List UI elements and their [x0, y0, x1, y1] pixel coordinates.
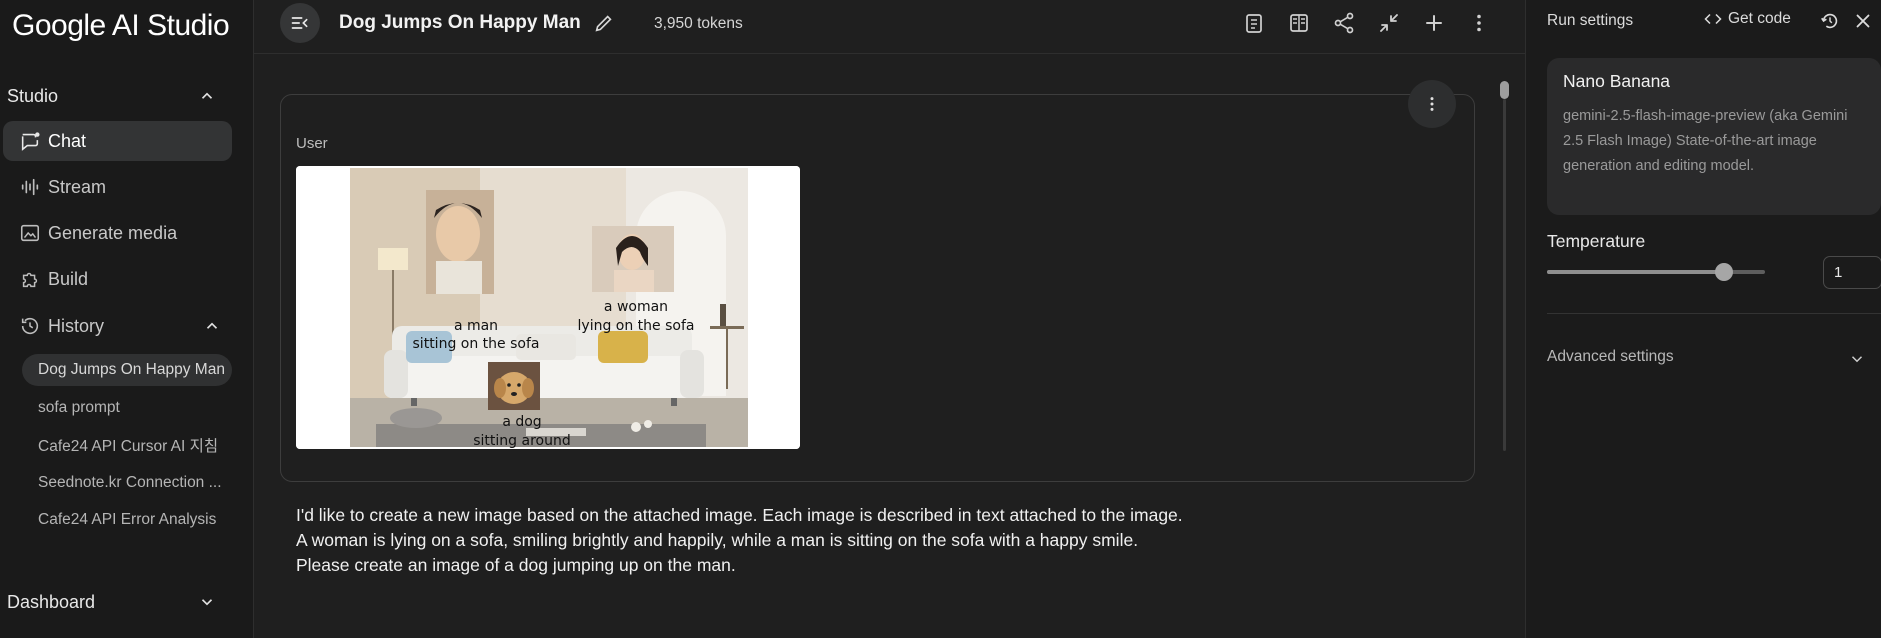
collapse-icon[interactable]: [1377, 11, 1401, 35]
studio-label: Studio: [7, 85, 59, 106]
reset-settings-icon[interactable]: [1819, 10, 1841, 32]
message-line: I'd like to create a new image based on …: [296, 505, 1183, 525]
dog-label-line1: a dog: [502, 414, 541, 430]
sidebar-item-label: Stream: [48, 176, 107, 197]
compare-icon[interactable]: [1287, 11, 1311, 35]
sidebar-item-build[interactable]: Build: [3, 259, 232, 299]
dog-label-line2: sitting around: [473, 433, 571, 449]
chevron-down-icon: [1851, 356, 1863, 363]
code-icon: [1704, 13, 1722, 25]
image-icon: [20, 224, 40, 242]
puzzle-icon: [22, 272, 38, 288]
model-description: gemini-2.5-flash-image-preview (aka Gemi…: [1563, 108, 1848, 174]
history-item[interactable]: Cafe24 API Cursor AI 지침: [22, 429, 232, 461]
role-label: User: [296, 135, 328, 152]
edit-pencil-icon[interactable]: [593, 12, 615, 34]
studio-section-header[interactable]: Studio: [0, 78, 254, 114]
sidebar: Google AI Studio Studio Chat Stream Gene…: [0, 0, 254, 638]
divider: [1547, 313, 1881, 314]
man-label-line2: sitting on the sofa: [413, 336, 540, 352]
toggle-sidebar-button[interactable]: [280, 3, 320, 43]
model-selector-card[interactable]: Nano Banana gemini-2.5-flash-image-previ…: [1547, 58, 1881, 215]
more-vert-icon: [1430, 97, 1434, 111]
man-label-line1: a man: [454, 318, 498, 334]
temperature-slider-thumb[interactable]: [1715, 263, 1733, 281]
close-icon[interactable]: [1852, 10, 1874, 32]
user-message-text: I'd like to create a new image based on …: [296, 503, 1296, 578]
chat-icon: [21, 132, 40, 151]
temperature-label: Temperature: [1547, 231, 1646, 251]
dashboard-section-header[interactable]: Dashboard: [0, 584, 254, 620]
sidebar-item-generate-media[interactable]: Generate media: [3, 213, 232, 253]
top-bar: Dog Jumps On Happy Man 3,950 tokens: [254, 0, 1525, 54]
sidebar-item-stream[interactable]: Stream: [3, 167, 232, 207]
clipboard-icon[interactable]: [1242, 11, 1266, 35]
prompt-title: Dog Jumps On Happy Man: [339, 12, 581, 33]
message-line: Please create an image of a dog jumping …: [296, 555, 736, 575]
sofa-composite-image: a man sitting on the sofa a woman lying …: [296, 166, 800, 449]
temperature-slider-fill: [1547, 270, 1724, 274]
chevron-down-icon: [201, 599, 213, 606]
run-settings-title: Run settings: [1547, 12, 1634, 29]
advanced-settings-toggle[interactable]: Advanced settings: [1547, 348, 1881, 370]
add-icon[interactable]: [1422, 11, 1446, 35]
sidebar-item-chat[interactable]: Chat: [3, 121, 232, 161]
history-item[interactable]: Cafe24 API Error Analysis: [22, 504, 232, 536]
dashboard-label: Dashboard: [7, 591, 96, 612]
history-item[interactable]: Dog Jumps On Happy Man: [22, 354, 232, 386]
share-icon[interactable]: [1332, 11, 1356, 35]
sidebar-item-label: Build: [48, 268, 89, 289]
attached-image[interactable]: a man sitting on the sofa a woman lying …: [296, 166, 800, 449]
history-section-header[interactable]: History: [3, 306, 232, 346]
run-settings-panel: Run settings Get code Nano Banana gemini…: [1525, 0, 1881, 638]
history-icon: [21, 317, 39, 335]
scrollbar-thumb[interactable]: [1500, 81, 1509, 99]
sidebar-item-label: Generate media: [48, 222, 178, 243]
woman-label-line2: lying on the sofa: [578, 318, 695, 334]
token-count: 3,950 tokens: [654, 15, 743, 32]
sidebar-item-label: Chat: [48, 130, 87, 151]
menu-collapse-icon: [291, 17, 308, 29]
advanced-settings-label: Advanced settings: [1547, 348, 1674, 365]
chat-area: User a man sitting on the sofa a woman l…: [254, 55, 1525, 638]
chevron-up-icon: [206, 322, 218, 329]
chevron-up-icon: [201, 92, 213, 99]
waveform-icon: [21, 178, 39, 196]
history-item[interactable]: Seednote.kr Connection ...: [22, 467, 232, 499]
scrollbar-track[interactable]: [1503, 99, 1506, 451]
model-name: Nano Banana: [1563, 71, 1671, 91]
woman-label-line1: a woman: [604, 299, 668, 315]
temperature-input[interactable]: [1823, 256, 1881, 289]
history-label: History: [48, 315, 105, 336]
history-item[interactable]: sofa prompt: [22, 392, 232, 424]
message-line: A woman is lying on a sofa, smiling brig…: [296, 530, 1139, 550]
more-vert-icon[interactable]: [1467, 11, 1491, 35]
get-code-button[interactable]: Get code: [1704, 10, 1791, 28]
turn-options-button[interactable]: [1408, 80, 1456, 128]
app-logo[interactable]: Google AI Studio: [12, 9, 230, 43]
get-code-label: Get code: [1728, 10, 1791, 27]
